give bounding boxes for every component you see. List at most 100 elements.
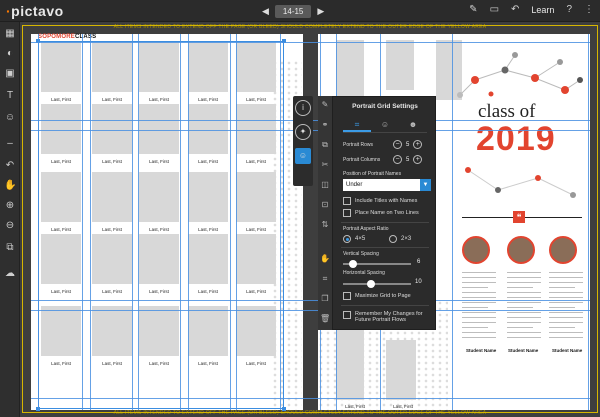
undo-icon[interactable]: ↶	[511, 4, 519, 15]
columns-value[interactable]: 5	[406, 157, 409, 163]
radio-button[interactable]	[389, 235, 397, 243]
guide-line	[188, 34, 189, 410]
toolbar-right: ✎ ▭ ↶ Learn ? ⋮	[469, 4, 594, 15]
radio-button[interactable]	[343, 235, 351, 243]
edit-icon[interactable]: ✎	[320, 100, 330, 109]
portrait-placeholder[interactable]	[386, 340, 416, 400]
lock-icon[interactable]: ⊡	[320, 200, 330, 209]
cut-icon[interactable]: ✂	[320, 160, 330, 169]
plus-icon[interactable]: +	[413, 155, 423, 164]
chevron-down-icon[interactable]: ▼	[420, 179, 431, 191]
guide-line	[132, 34, 133, 410]
text-line	[507, 307, 533, 308]
text-line	[462, 332, 496, 333]
checkbox[interactable]	[343, 209, 351, 217]
guide-line	[280, 34, 281, 410]
guide-line	[82, 34, 83, 410]
portrait-columns-stepper[interactable]: − 5 +	[393, 155, 423, 164]
student-name: Student Name	[552, 348, 583, 353]
minus-icon[interactable]: −	[393, 140, 402, 149]
top-bar: ·pictavo ◀ 14-15 ▶ ✎ ▭ ↶ Learn ? ⋮	[0, 0, 600, 22]
left-toolbar: ▦ ◐ ▣ T ☺ – ↶ ✋ ⊕ ⊖ ⧉ ☁	[0, 22, 20, 417]
zoom-out-icon[interactable]: ⊖	[4, 220, 16, 232]
next-arrow-icon[interactable]: ▶	[317, 6, 324, 17]
page-range[interactable]: 14-15	[274, 4, 312, 18]
minus-icon[interactable]: −	[393, 155, 402, 164]
cloud-icon[interactable]: ☁	[4, 268, 16, 280]
maximize-grid-checkbox[interactable]: Maximize Grid to Page	[343, 292, 411, 300]
slider-knob[interactable]	[367, 280, 375, 288]
portrait-icon[interactable]: ☺	[4, 112, 16, 124]
aspect-4x5-radio[interactable]: 4×5	[343, 235, 365, 243]
text-line	[462, 282, 496, 283]
student-photo[interactable]	[507, 236, 535, 264]
guide-line	[452, 34, 453, 410]
section-title[interactable]: SOPOMORECLASS	[38, 34, 96, 40]
hand-tool-icon[interactable]: ✋	[320, 254, 330, 263]
aspect-2x3-radio[interactable]: 2×3	[389, 235, 411, 243]
pin-icon[interactable]: ✎	[469, 4, 477, 15]
layer-icon[interactable]: ◫	[320, 180, 330, 189]
duplicate-icon[interactable]: ⧉	[320, 140, 330, 150]
link-icon[interactable]: ⚭	[320, 120, 330, 129]
crop-icon[interactable]: ⌗	[320, 274, 330, 284]
position-select[interactable]: Under ▼	[343, 179, 431, 191]
text-line	[462, 307, 488, 308]
panel-tabs: ⌗ ☺ ☻	[343, 119, 427, 133]
image-icon[interactable]: ▣	[4, 68, 16, 80]
guide-line	[31, 300, 590, 301]
grid-tab-icon[interactable]: ⌗	[343, 119, 371, 132]
portrait-grid-settings-panel: Portrait Grid Settings ⌗ ☺ ☻ Portrait Ro…	[332, 96, 436, 330]
help-icon[interactable]: ?	[566, 4, 572, 15]
horizontal-spacing-label: Horizontal Spacing	[343, 270, 385, 276]
group-tab-icon[interactable]: ☻	[399, 119, 427, 132]
divider-icon: –	[7, 138, 13, 149]
menu-icon[interactable]: ⋮	[584, 4, 594, 15]
portrait-grid-icon[interactable]: ☺	[295, 148, 311, 164]
horizontal-spacing-slider[interactable]	[343, 280, 411, 288]
hand-icon[interactable]: ✋	[4, 180, 16, 192]
text-line	[507, 292, 541, 293]
remember-changes-checkbox[interactable]: Remember My Changes for Future Portrait F…	[343, 311, 423, 323]
text-line	[549, 297, 583, 298]
guide-line	[38, 34, 39, 410]
text-line	[549, 312, 583, 313]
rows-value[interactable]: 5	[406, 142, 409, 148]
portrait-rows-stepper[interactable]: − 5 +	[393, 140, 423, 149]
checkbox[interactable]	[343, 311, 351, 319]
app-logo[interactable]: ·pictavo	[6, 3, 64, 19]
slider-knob[interactable]	[349, 260, 357, 268]
text-icon[interactable]: T	[4, 90, 16, 102]
vertical-spacing-slider[interactable]	[343, 260, 411, 268]
preview-icon[interactable]: ▭	[490, 4, 499, 15]
info-icon[interactable]: i	[295, 100, 311, 116]
palette-icon[interactable]: ◐	[4, 48, 16, 60]
portrait-placeholder[interactable]	[386, 40, 414, 90]
checkbox[interactable]	[343, 197, 351, 205]
plus-icon[interactable]: +	[413, 140, 423, 149]
year-heading[interactable]: 2019	[476, 120, 556, 159]
zoom-in-icon[interactable]: ⊕	[4, 200, 16, 212]
checkbox[interactable]	[343, 292, 351, 300]
learn-link[interactable]: Learn	[531, 5, 554, 15]
prev-arrow-icon[interactable]: ◀	[262, 6, 269, 17]
arrange-icon[interactable]: ⇅	[320, 220, 330, 229]
copy-tool-icon[interactable]: ❐	[320, 294, 330, 303]
student-photo[interactable]	[549, 236, 577, 264]
selection-handle[interactable]	[282, 407, 286, 411]
copy-icon[interactable]: ⧉	[4, 242, 16, 254]
trash-icon[interactable]: 🗑	[320, 314, 330, 323]
student-name: Student Name	[508, 348, 539, 353]
two-lines-checkbox[interactable]: Place Name on Two Lines	[343, 209, 419, 217]
quote-icon[interactable]: ❝	[513, 211, 525, 223]
magic-wand-icon[interactable]: ✦	[295, 124, 311, 140]
include-titles-checkbox[interactable]: Include Titles with Names	[343, 197, 417, 205]
portrait-name: Last, First	[345, 404, 365, 409]
text-line	[462, 277, 496, 278]
student-photo[interactable]	[462, 236, 490, 264]
grid-selection-box[interactable]	[38, 41, 284, 409]
position-value: Under	[346, 182, 363, 188]
text-line	[462, 302, 496, 303]
undo-side-icon[interactable]: ↶	[4, 160, 16, 172]
person-tab-icon[interactable]: ☺	[371, 119, 399, 132]
